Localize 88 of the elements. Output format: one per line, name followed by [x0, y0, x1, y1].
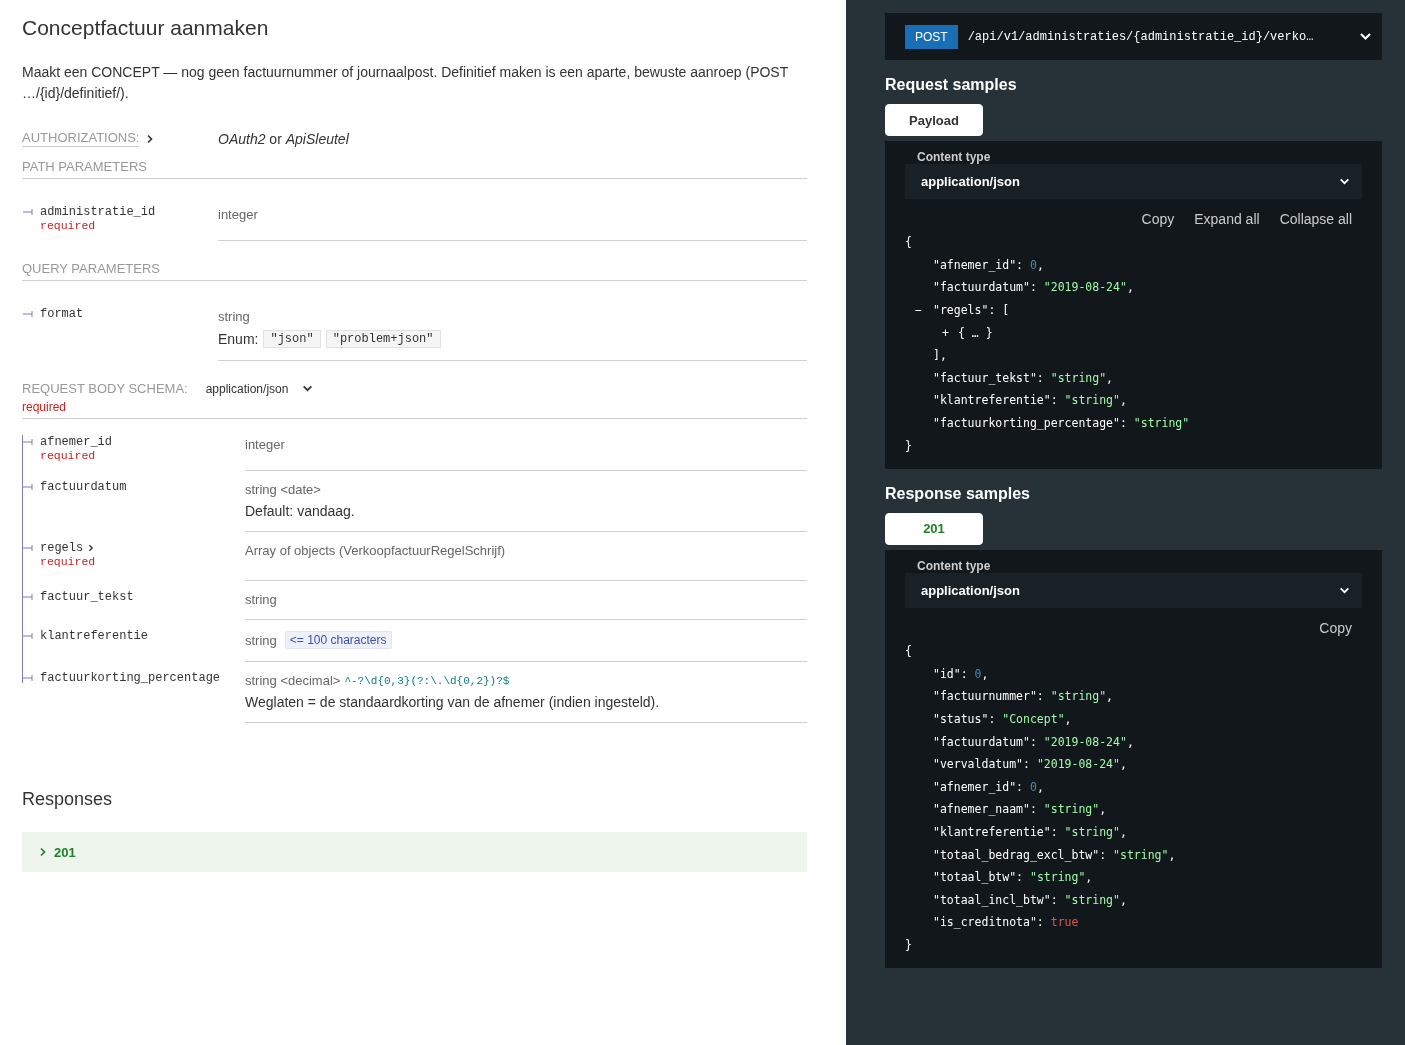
description: Maakt een CONCEPT — nog geen factuurnummer of journaalpost. Definitief maken is een aparte, bewuste aanroep (POST …/{id}/definitief/).	[22, 63, 789, 103]
samples-heading: Request samples	[885, 76, 1018, 94]
sample-tab[interactable]: Payload	[885, 104, 983, 136]
required-label: required	[22, 400, 68, 414]
chevron-icon	[1339, 176, 1350, 187]
enum-label: Enum:	[218, 331, 259, 347]
section-title: PATH PARAMETERS	[22, 159, 147, 174]
enum-value: "json"	[263, 330, 321, 348]
code-line: "id": 0,	[933, 666, 989, 681]
samples-heading: Response samples	[885, 484, 1031, 503]
parameter-type: string	[245, 592, 277, 607]
parameter-type: integer	[218, 207, 258, 222]
required-label: required	[40, 555, 96, 568]
response-row[interactable]: 201	[22, 832, 807, 872]
code-line: "totaal_bedrag_excl_btw": "string",	[933, 847, 1176, 862]
code-line: "vervaldatum": "2019-08-24",	[933, 757, 1127, 772]
code-line: "afnemer_naam": "string",	[933, 802, 1107, 817]
parameter-name: klantreferentie	[40, 629, 149, 643]
parameter-type: integer	[245, 437, 285, 452]
code-action-button[interactable]: Collapse all	[1279, 211, 1352, 227]
code-brace: }	[905, 438, 912, 453]
page-title: Conceptfactuur aanmaken	[22, 16, 270, 40]
collapse-toggle[interactable]: −	[915, 303, 933, 318]
responses-heading: Responses	[22, 789, 114, 810]
code-line: "regels": [	[933, 303, 1010, 318]
parameter-name: factuurdatum	[40, 480, 127, 494]
code-line: "factuurdatum": "2019-08-24",	[933, 280, 1134, 295]
chevron-icon	[1359, 30, 1372, 43]
code-line: "totaal_btw": "string",	[933, 870, 1093, 885]
code-line: "klantreferentie": "string",	[933, 825, 1127, 839]
media-type-select[interactable]: application/json	[205, 381, 314, 396]
tree-branch-icon	[22, 207, 34, 217]
required-label: required	[40, 449, 97, 462]
code-line: "factuurdatum": "2019-08-24",	[933, 734, 1134, 749]
code-bracket: ],	[933, 348, 947, 363]
parameter-name: factuur_tekst	[40, 590, 134, 604]
parameter-name: administratie_id	[40, 205, 156, 219]
content-type-label: Content type	[917, 150, 992, 164]
code-line: "factuurnummer": "string",	[933, 689, 1114, 704]
content-type-select[interactable]: application/json	[905, 164, 1362, 199]
endpoint-bar[interactable]: POST /api/v1/administraties/{administratie_id}/verko…	[885, 13, 1382, 60]
section-title: REQUEST BODY SCHEMA:	[22, 381, 188, 396]
code-line: "factuur_tekst": "string",	[933, 370, 1114, 385]
parameter-type: string	[218, 309, 250, 324]
code-brace: {	[905, 235, 912, 250]
parameter-name: format	[40, 307, 84, 321]
enum-value: "problem+json"	[325, 330, 441, 348]
tree-branch-icon	[22, 482, 34, 492]
tree-branch-icon	[22, 631, 34, 641]
parameter-type: Array of objects (VerkoopfactuurRegelSchrijf)	[245, 543, 506, 558]
constraint-tag: <= 100 characters	[284, 631, 392, 649]
code-line: "klantreferentie": "string",	[933, 393, 1127, 408]
collapsed-object[interactable]: { … }	[958, 325, 993, 340]
endpoint-path: /api/v1/administraties/{administratie_id}/verko…	[967, 29, 1315, 44]
tree-branch-icon	[22, 309, 34, 319]
required-label: required	[40, 219, 97, 232]
code-brace: }	[905, 937, 912, 952]
parameter-type: string <date>	[245, 482, 321, 497]
parameter-name: factuurkorting_percentage	[40, 671, 221, 685]
code-action-button[interactable]: Expand all	[1194, 211, 1260, 227]
code-line: "afnemer_id": 0,	[933, 779, 1044, 794]
code-line: "is_creditnota": true	[933, 915, 1079, 930]
code-line: "totaal_incl_btw": "string",	[933, 892, 1127, 907]
parameter-type: string <decimal>	[245, 673, 341, 688]
parameter-name: afnemer_id	[40, 435, 112, 449]
parameter-type: string	[245, 632, 277, 648]
tree-branch-icon	[22, 543, 34, 553]
tree-branch-icon	[22, 673, 34, 683]
code-line: "status": "Concept",	[933, 712, 1072, 726]
content-type-select[interactable]: application/json	[905, 572, 1362, 608]
tree-branch-icon	[22, 437, 34, 447]
code-line: "afnemer_id": 0,	[933, 257, 1044, 272]
content-type-label: Content type	[917, 558, 992, 573]
authorizations-value: OAuth2 or ApiSleutel	[218, 130, 350, 147]
chevron-icon	[302, 383, 314, 394]
code-action-button[interactable]: Copy	[1141, 211, 1175, 227]
code-line: "factuurkorting_percentage": "string"	[933, 416, 1190, 431]
section-title: QUERY PARAMETERS	[22, 261, 160, 276]
expand-toggle[interactable]: +	[942, 325, 958, 340]
tree-branch-icon	[22, 592, 34, 602]
parameter-description: Default: vandaag.	[245, 503, 355, 519]
method-badge: POST	[905, 24, 958, 49]
code-brace: {	[905, 644, 912, 659]
pattern-text: ^-?\d{0,3}(?:\.\d{0,2})?$	[344, 674, 510, 687]
parameter-name[interactable]: regels	[40, 541, 96, 555]
sample-tab[interactable]: 201	[885, 512, 983, 545]
parameter-description: Weglaten = de standaardkorting van de afnemer (indien ingesteld).	[245, 694, 660, 710]
code-action-button[interactable]: Copy	[1319, 619, 1352, 636]
